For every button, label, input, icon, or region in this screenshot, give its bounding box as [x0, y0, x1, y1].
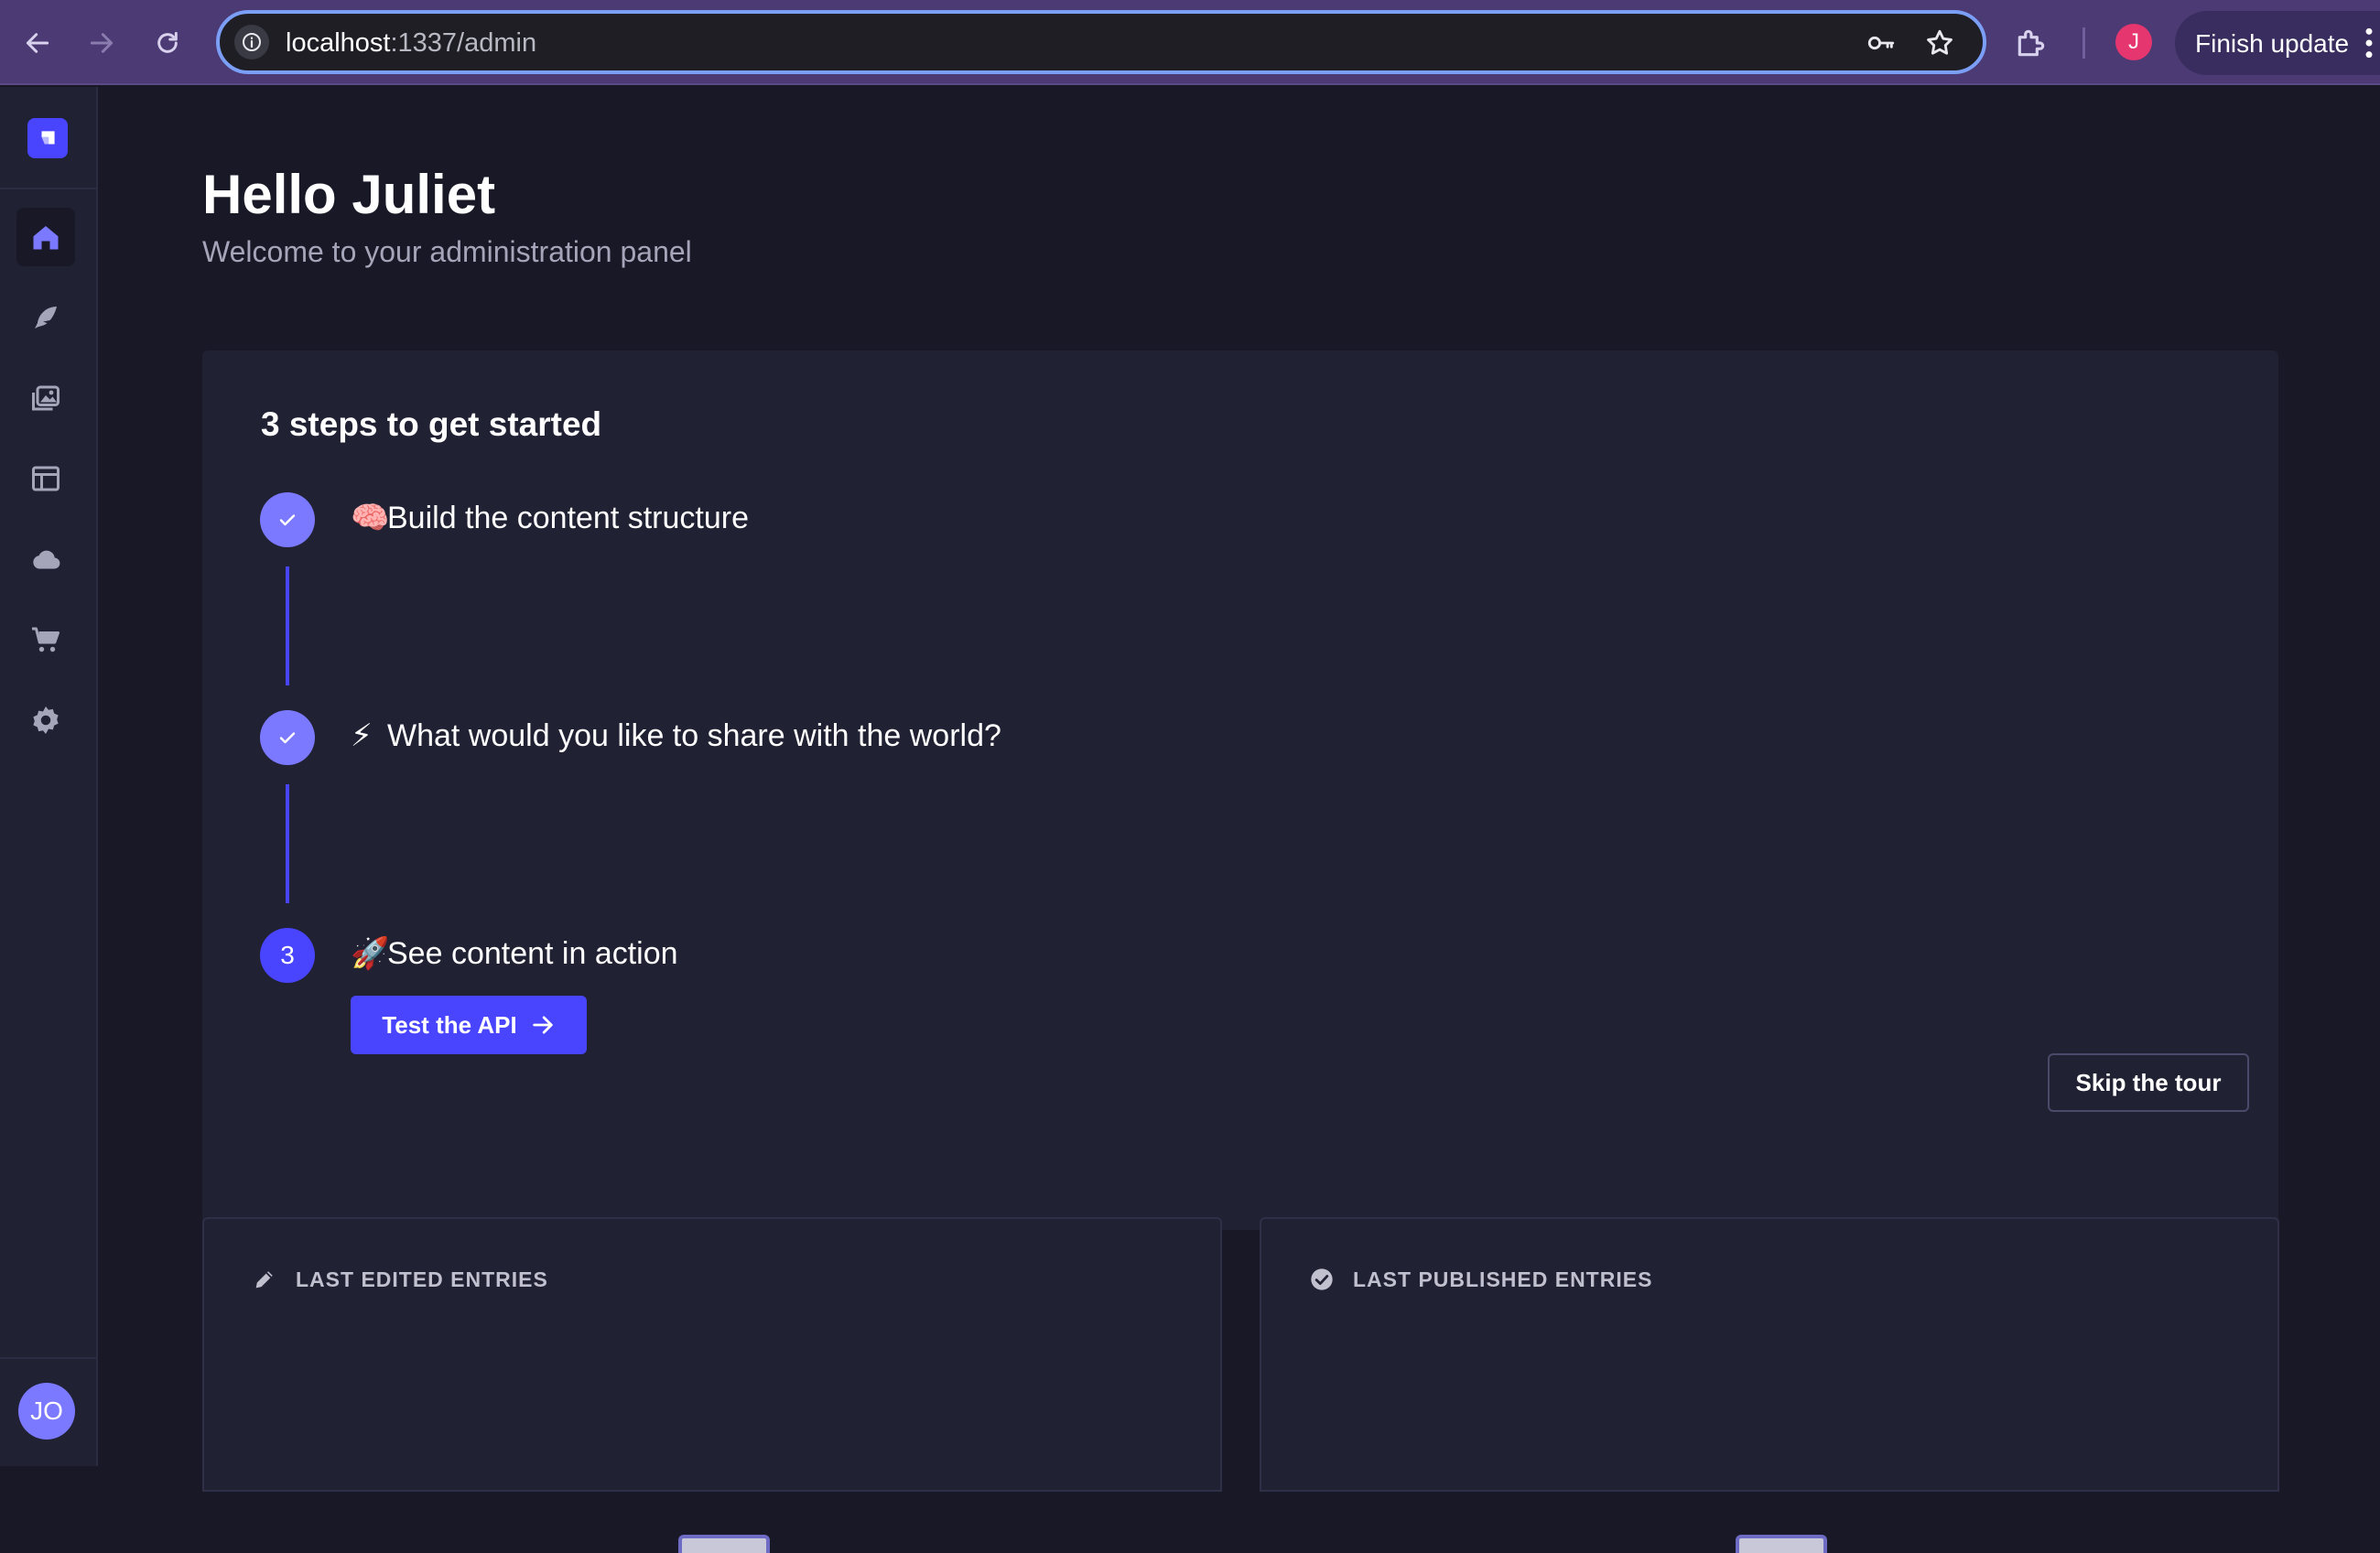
browser-toolbar: localhost:1337/admin J Finish update — [0, 0, 2380, 85]
sidebar-item-content-manager[interactable] — [16, 288, 75, 347]
step-3-label: 🚀See content in action — [351, 935, 678, 972]
arrow-left-icon — [26, 33, 49, 53]
site-info-icon[interactable] — [234, 25, 269, 59]
rocket-emoji-icon: 🚀 — [351, 936, 390, 971]
browser-menu-icon[interactable] — [2364, 26, 2375, 60]
arrow-right-icon — [532, 1016, 553, 1034]
pencil-icon — [255, 1271, 273, 1289]
step-1-label: 🧠Build the content structure — [351, 500, 749, 536]
sidebar-item-cloud[interactable] — [16, 530, 75, 588]
test-the-api-button[interactable]: Test the API — [351, 996, 587, 1054]
url-text[interactable]: localhost:1337/admin — [286, 28, 536, 59]
sidebar-item-marketplace[interactable] — [16, 610, 75, 669]
lightning-emoji-icon: ⚡ — [351, 718, 373, 753]
step-2-text: What would you like to share with the wo… — [387, 718, 1001, 753]
arrow-right-icon — [90, 33, 114, 53]
sidebar-item-content-type-builder[interactable] — [16, 449, 75, 508]
step-connector — [286, 566, 289, 685]
step-3-text: See content in action — [387, 936, 678, 971]
logo-icon — [41, 131, 55, 145]
step-2-label: ⚡ What would you like to share with the w… — [351, 717, 1001, 754]
page-subtitle: Welcome to your administration panel — [202, 235, 692, 268]
cloud-icon — [33, 550, 60, 569]
user-avatar[interactable]: JO — [18, 1383, 75, 1440]
last-published-entries-widget: LAST PUBLISHED ENTRIES — [1260, 1217, 2279, 1553]
gear-icon — [33, 706, 59, 734]
extensions-puzzle-icon[interactable] — [2014, 26, 2049, 60]
step-1-done-indicator — [260, 492, 315, 547]
step-connector — [286, 784, 289, 903]
reload-button[interactable] — [145, 20, 190, 66]
step-2-done-indicator — [260, 710, 315, 765]
page-title: Hello Juliet — [202, 164, 496, 225]
test-the-api-label: Test the API — [382, 1010, 517, 1039]
images-icon — [32, 385, 60, 411]
url-host: localhost — [286, 28, 391, 58]
main-content: Hello Juliet Welcome to your administrat… — [99, 87, 2380, 1553]
sidebar-divider — [0, 188, 98, 189]
url-path: :1337/admin — [390, 28, 537, 58]
cart-icon — [32, 627, 60, 652]
forward-button[interactable] — [79, 20, 124, 66]
last-published-entries-title: LAST PUBLISHED ENTRIES — [1353, 1267, 1653, 1291]
password-key-icon[interactable] — [1866, 27, 1897, 59]
check-icon — [279, 732, 296, 744]
skip-the-tour-button[interactable]: Skip the tour — [2048, 1053, 2249, 1112]
back-button[interactable] — [15, 20, 60, 66]
bookmark-star-icon[interactable] — [1924, 27, 1955, 59]
step-1-text: Build the content structure — [387, 501, 750, 535]
last-edited-entries-title: LAST EDITED ENTRIES — [296, 1267, 548, 1291]
step-3-number: 3 — [260, 928, 315, 983]
sidebar-item-home[interactable] — [16, 208, 75, 266]
sidebar-divider — [0, 1357, 98, 1359]
feather-icon — [35, 307, 57, 329]
sidebar-item-settings[interactable] — [16, 691, 75, 750]
browser-profile-avatar[interactable]: J — [2115, 24, 2152, 60]
finish-update-button[interactable]: Finish update — [2175, 11, 2380, 75]
toolbar-separator — [2082, 27, 2085, 59]
main-nav-sidebar: JO — [0, 87, 98, 1466]
check-circle-icon — [1311, 1268, 1333, 1290]
strapi-logo[interactable] — [27, 118, 68, 158]
guided-tour-card: 3 steps to get started 🧠Build the conten… — [202, 351, 2278, 1230]
address-bar[interactable]: localhost:1337/admin — [216, 10, 1986, 74]
brain-emoji-icon: 🧠 — [351, 501, 390, 535]
last-published-entries-header: LAST PUBLISHED ENTRIES — [1309, 1267, 1652, 1292]
last-edited-entries-header: LAST EDITED ENTRIES — [252, 1267, 548, 1292]
check-icon — [279, 514, 296, 526]
layout-icon — [32, 466, 60, 491]
empty-state-document-icon — [678, 1535, 770, 1553]
last-edited-entries-widget: LAST EDITED ENTRIES — [202, 1217, 1222, 1553]
sidebar-item-media-library[interactable] — [16, 369, 75, 427]
home-icon — [33, 226, 59, 250]
reload-icon — [157, 31, 178, 53]
empty-state-document-icon — [1736, 1535, 1827, 1553]
guided-tour-title: 3 steps to get started — [261, 405, 602, 443]
